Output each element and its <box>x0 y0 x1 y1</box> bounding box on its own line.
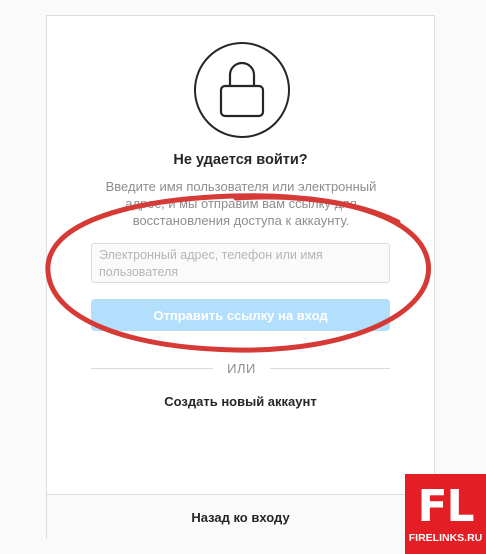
divider-right <box>270 368 390 369</box>
back-to-login-button[interactable]: Назад ко входу <box>47 494 434 539</box>
watermark-logo-text: FL <box>417 481 474 532</box>
send-login-link-button[interactable]: Отправить ссылку на вход <box>91 299 390 331</box>
create-account-link[interactable]: Создать новый аккаунт <box>47 394 434 409</box>
watermark-site-text: FIRELINKS.RU <box>408 532 483 544</box>
lock-icon <box>194 42 290 138</box>
or-separator: ИЛИ <box>227 361 256 376</box>
divider-left <box>91 368 213 369</box>
instructions-text: Введите имя пользователя или электронный… <box>105 179 377 228</box>
firelinks-watermark-logo: FL FIRELINKS.RU <box>405 474 486 554</box>
identifier-input[interactable] <box>91 243 390 283</box>
page-title: Не удается войти? <box>173 152 308 168</box>
password-reset-card: Не удается войти? Введите имя пользовате… <box>46 15 435 539</box>
page: Не удается войти? Введите имя пользовате… <box>0 0 486 554</box>
lock-icon-glyph <box>219 61 265 118</box>
